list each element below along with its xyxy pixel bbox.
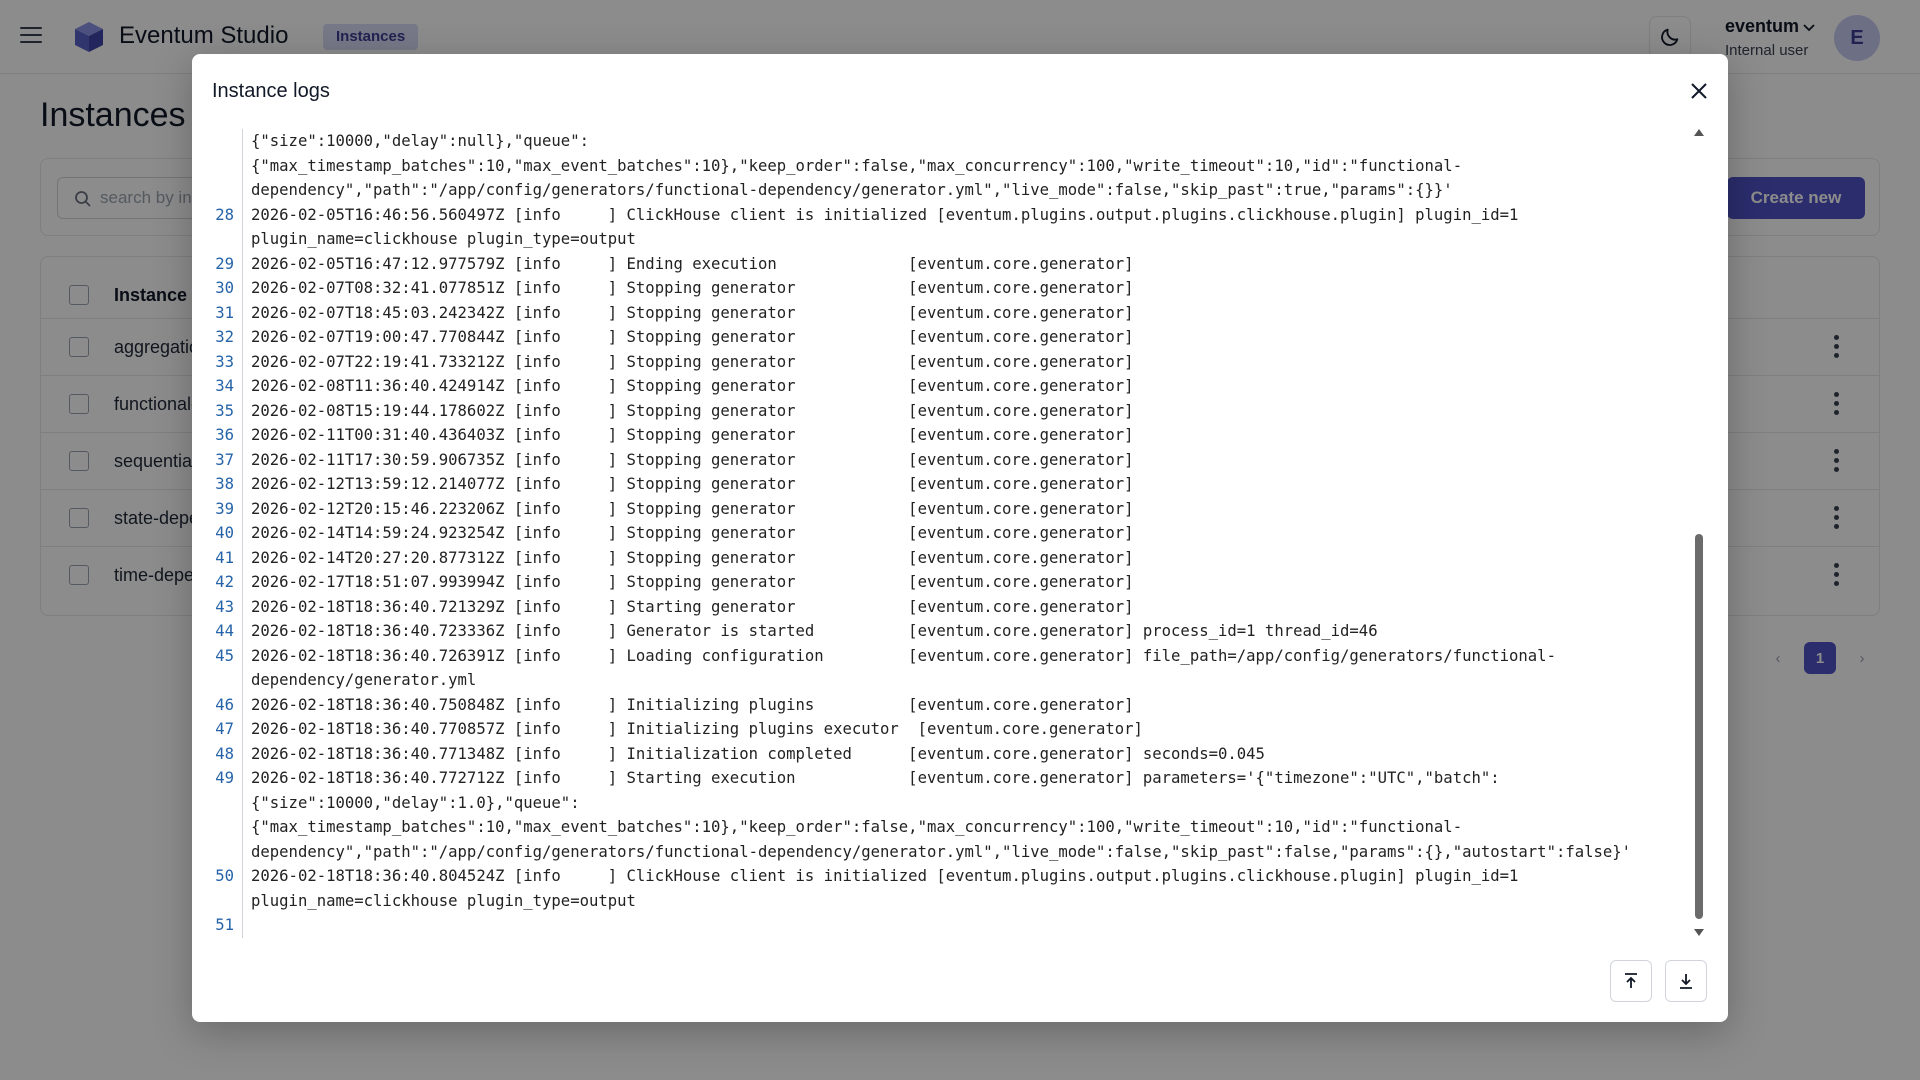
log-text: 2026-02-07T18:45:03.242342Z [info ] Stop…	[251, 303, 1134, 322]
line-number: 51	[215, 916, 234, 934]
scroll-down-arrow-icon[interactable]	[1694, 929, 1704, 936]
line-number: 41	[215, 548, 234, 567]
log-text	[243, 913, 1684, 938]
log-text: 2026-02-11T00:31:40.436403Z [info ] Stop…	[251, 426, 1134, 444]
log-text: 2026-02-05T16:46:56.560497Z [info ] Clic…	[251, 205, 1519, 249]
log-text: 2026-02-18T18:36:40.721329Z [info ] Star…	[251, 597, 1134, 616]
log-line: {"size":10000,"delay":null},"queue":	[212, 129, 1684, 154]
line-number	[212, 178, 242, 203]
line-number: 34	[215, 377, 234, 395]
log-text: {"size":10000,"delay":null},"queue":	[251, 132, 589, 150]
log-text: 2026-02-18T18:36:40.770857Z [info ] Init…	[251, 720, 1143, 738]
line-number: 38	[215, 475, 234, 493]
line-number: 40	[215, 524, 234, 542]
log-text: 2026-02-07T19:00:47.770844Z [info ] Stop…	[251, 328, 1134, 346]
log-scrollbar[interactable]	[1694, 129, 1704, 936]
line-number: 33	[215, 352, 234, 371]
log-text: 2026-02-12T20:15:46.223206Z [info ] Stop…	[251, 499, 1134, 518]
close-icon	[1691, 83, 1707, 99]
line-number: 31	[215, 303, 234, 322]
log-text: 2026-02-17T18:51:07.993994Z [info ] Stop…	[251, 573, 1134, 591]
log-line: 33 2026-02-07T22:19:41.733212Z [info ] St…	[212, 349, 1684, 374]
line-number	[212, 129, 242, 154]
log-text: 2026-02-18T18:36:40.772712Z [info ] Star…	[251, 769, 1632, 861]
log-text: 2026-02-08T15:19:44.178602Z [info ] Stop…	[251, 401, 1134, 420]
log-line: 42 2026-02-17T18:51:07.993994Z [info ] St…	[212, 570, 1684, 595]
log-line: dependency","path":"/app/config/generato…	[212, 178, 1684, 203]
line-number: 32	[215, 328, 234, 346]
log-line: 46 2026-02-18T18:36:40.750848Z [info ] In…	[212, 692, 1684, 717]
log-line: 34 2026-02-08T11:36:40.424914Z [info ] St…	[212, 374, 1684, 399]
log-line: 51	[212, 913, 1684, 938]
log-line: 36 2026-02-11T00:31:40.436403Z [info ] St…	[212, 423, 1684, 448]
log-line: 45 2026-02-18T18:36:40.726391Z [info ] Lo…	[212, 643, 1684, 693]
log-line: 48 2026-02-18T18:36:40.771348Z [info ] In…	[212, 741, 1684, 766]
line-number: 30	[215, 279, 234, 297]
log-text: 2026-02-18T18:36:40.723336Z [info ] Gene…	[251, 622, 1378, 640]
log-text: dependency","path":"/app/config/generato…	[251, 181, 1453, 199]
log-text: 2026-02-18T18:36:40.771348Z [info ] Init…	[251, 744, 1265, 763]
log-line: 35 2026-02-08T15:19:44.178602Z [info ] St…	[212, 398, 1684, 423]
line-number: 28	[215, 205, 234, 224]
arrow-up-to-line-icon	[1625, 973, 1637, 988]
log-line: 31 2026-02-07T18:45:03.242342Z [info ] St…	[212, 300, 1684, 325]
line-number	[212, 154, 242, 179]
line-number: 35	[215, 401, 234, 420]
log-text: 2026-02-18T18:36:40.750848Z [info ] Init…	[251, 695, 1134, 714]
line-number: 44	[215, 622, 234, 640]
line-number: 48	[215, 744, 234, 763]
download-icon	[1680, 974, 1692, 989]
log-text: 2026-02-18T18:36:40.804524Z [info ] Clic…	[251, 867, 1519, 910]
log-text: 2026-02-14T20:27:20.877312Z [info ] Stop…	[251, 548, 1134, 567]
log-line: 39 2026-02-12T20:15:46.223206Z [info ] St…	[212, 496, 1684, 521]
line-number: 50	[215, 867, 234, 885]
line-number: 36	[215, 426, 234, 444]
log-line: 43 2026-02-18T18:36:40.721329Z [info ] St…	[212, 594, 1684, 619]
log-text: 2026-02-08T11:36:40.424914Z [info ] Stop…	[251, 377, 1134, 395]
log-text: 2026-02-18T18:36:40.726391Z [info ] Load…	[251, 646, 1556, 690]
log-text: 2026-02-07T22:19:41.733212Z [info ] Stop…	[251, 352, 1134, 371]
log-text: 2026-02-14T14:59:24.923254Z [info ] Stop…	[251, 524, 1134, 542]
line-number: 45	[215, 646, 234, 665]
close-button[interactable]	[1686, 78, 1712, 104]
instance-logs-modal: Instance logs {"size":10000,"delay":null…	[192, 54, 1728, 1022]
log-text: 2026-02-12T13:59:12.214077Z [info ] Stop…	[251, 475, 1134, 493]
line-number: 42	[215, 573, 234, 591]
log-line: 41 2026-02-14T20:27:20.877312Z [info ] St…	[212, 545, 1684, 570]
log-line: 44 2026-02-18T18:36:40.723336Z [info ] Ge…	[212, 619, 1684, 644]
log-line: {"max_timestamp_batches":10,"max_event_b…	[212, 153, 1684, 179]
scroll-to-top-button[interactable]	[1610, 960, 1652, 1002]
log-line: 38 2026-02-12T13:59:12.214077Z [info ] St…	[212, 472, 1684, 497]
log-line: 28 2026-02-05T16:46:56.560497Z [info ] Cl…	[212, 202, 1684, 252]
log-line: 37 2026-02-11T17:30:59.906735Z [info ] St…	[212, 447, 1684, 472]
log-text: 2026-02-07T08:32:41.077851Z [info ] Stop…	[251, 279, 1134, 297]
log-text: 2026-02-05T16:47:12.977579Z [info ] Endi…	[251, 254, 1134, 273]
scrollbar-thumb[interactable]	[1695, 534, 1703, 919]
line-number: 46	[215, 695, 234, 714]
line-number: 39	[215, 499, 234, 518]
modal-title: Instance logs	[212, 80, 330, 102]
line-number: 49	[215, 769, 234, 787]
log-line: 40 2026-02-14T14:59:24.923254Z [info ] St…	[212, 521, 1684, 546]
log-text: {"max_timestamp_batches":10,"max_event_b…	[251, 156, 1463, 175]
download-button[interactable]	[1665, 960, 1707, 1002]
log-line: 30 2026-02-07T08:32:41.077851Z [info ] St…	[212, 276, 1684, 301]
log-line: 29 2026-02-05T16:47:12.977579Z [info ] En…	[212, 251, 1684, 276]
scroll-up-arrow-icon[interactable]	[1694, 129, 1704, 136]
log-text: 2026-02-11T17:30:59.906735Z [info ] Stop…	[251, 450, 1134, 469]
line-number: 29	[215, 254, 234, 273]
line-number: 43	[215, 597, 234, 616]
log-viewer[interactable]: {"size":10000,"delay":null},"queue": {"ma…	[212, 129, 1702, 997]
log-line: 50 2026-02-18T18:36:40.804524Z [info ] Cl…	[212, 864, 1684, 913]
line-number: 47	[215, 720, 234, 738]
log-lines: {"size":10000,"delay":null},"queue": {"ma…	[212, 129, 1684, 938]
log-line: 49 2026-02-18T18:36:40.772712Z [info ] St…	[212, 766, 1684, 864]
log-line: 47 2026-02-18T18:36:40.770857Z [info ] In…	[212, 717, 1684, 742]
log-line: 32 2026-02-07T19:00:47.770844Z [info ] St…	[212, 325, 1684, 350]
line-number: 37	[215, 450, 234, 469]
